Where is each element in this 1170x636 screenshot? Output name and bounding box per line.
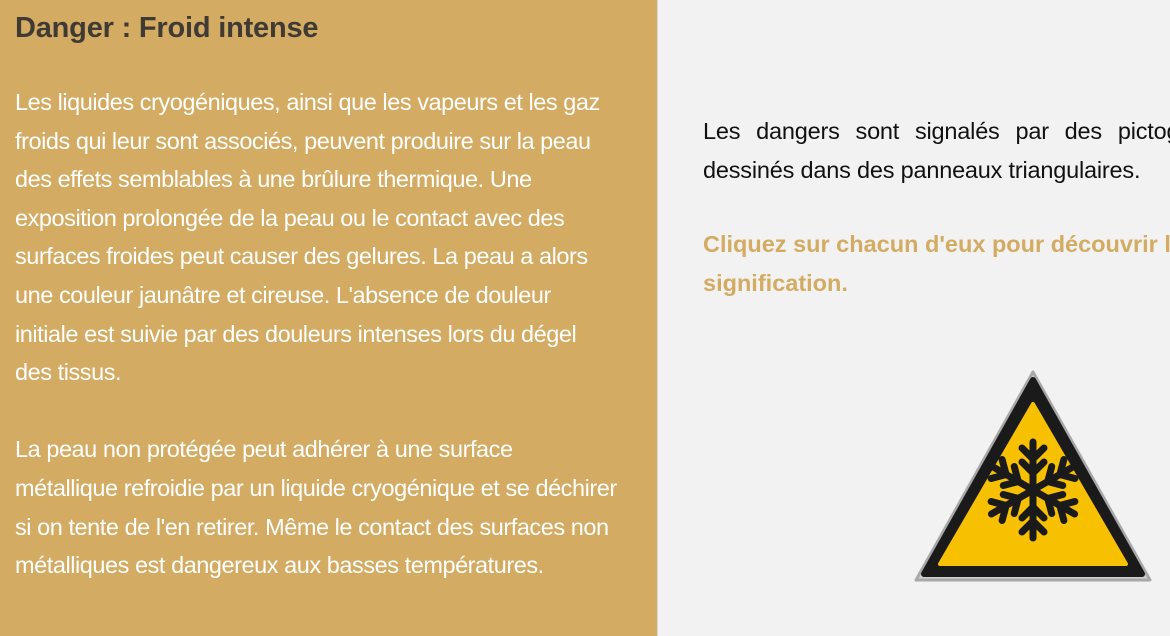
hazard-description-paragraph: Les liquides cryogéniques, ainsi que les… [15,89,600,386]
panel-title: Danger : Froid intense [15,12,319,44]
skin-adhesion-paragraph: La peau non protégée peut adhérer à une … [15,436,617,579]
cold-hazard-warning-sign-icon[interactable] [912,366,1154,588]
page: Danger : Froid intense Les liquides cryo… [0,0,1170,636]
intro-text: Les dangers sont signalés par des pictog… [703,118,1170,183]
hazard-info-panel: Danger : Froid intense Les liquides cryo… [0,0,657,636]
click-instruction: Cliquez sur chacun d'eux pour découvrir … [703,231,1170,296]
pictogram-panel: Les dangers sont signalés par des pictog… [658,0,1170,636]
